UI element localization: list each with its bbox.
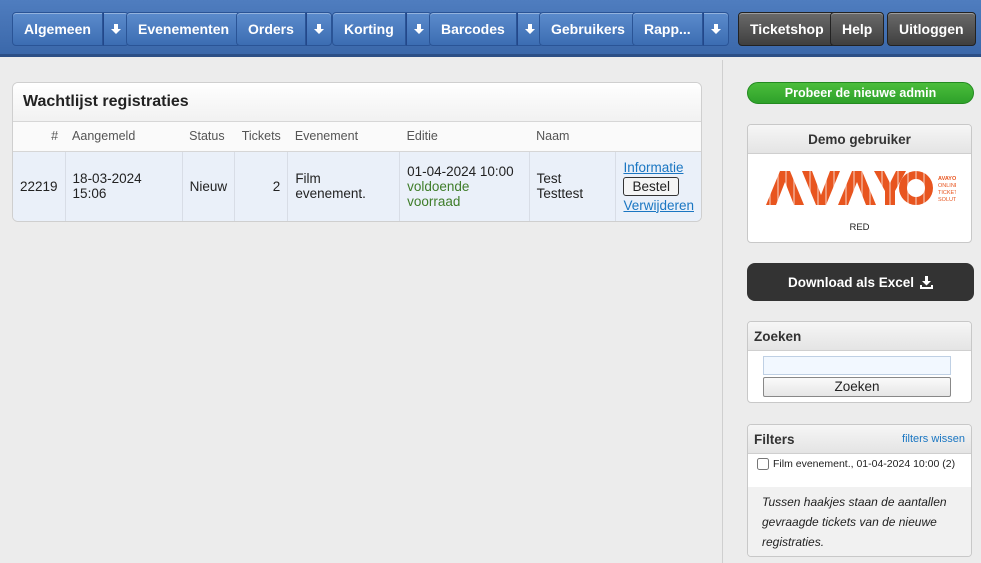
nav-korting-dropdown-button[interactable]	[405, 12, 432, 46]
column-header-id: #	[13, 122, 66, 152]
nav-group-algemeen: Algemeen	[12, 12, 129, 46]
filter-checkbox[interactable]	[757, 458, 769, 470]
nav-group-orders: Orders	[236, 12, 332, 46]
cell-status: Nieuw	[181, 151, 235, 221]
search-box: Zoeken Zoeken	[747, 321, 972, 403]
ticketshop-button[interactable]: Ticketshop	[738, 12, 836, 46]
avayo-logo: AVAYO ONLINE TICKET SOLUTIONS	[766, 171, 956, 205]
search-button[interactable]: Zoeken	[763, 377, 951, 397]
cell-actions: Informatie Bestel Verwijderen	[615, 151, 701, 221]
column-header-edition: Editie	[399, 122, 530, 152]
logout-button[interactable]: Uitloggen	[887, 12, 976, 46]
waitlist-panel: Wachtlijst registraties # Aangemeld Stat…	[12, 82, 702, 222]
nav-evenementen-button[interactable]: Evenementen	[126, 12, 242, 46]
nav-algemeen-button[interactable]: Algemeen	[12, 12, 103, 46]
demo-user-title: Demo gebruiker	[748, 125, 971, 154]
svg-text:ONLINE: ONLINE	[938, 183, 956, 189]
cell-tickets: 2	[234, 151, 288, 221]
nav-group-rapportages: Rapp...	[632, 12, 729, 46]
filters-header: Filters filters wissen	[748, 425, 971, 454]
filters-note: Tussen haakjes staan de aantallen gevraa…	[748, 487, 971, 556]
table-row: 22219 18-03-2024 15:06 Nieuw 2 Film even…	[13, 151, 701, 221]
nav-rapportages-button[interactable]: Rapp...	[632, 12, 703, 46]
nav-orders-dropdown-button[interactable]	[305, 12, 332, 46]
filter-option: Film evenement., 01-04-2024 10:00 (2)	[748, 454, 971, 487]
svg-text:SOLUTIONS: SOLUTIONS	[938, 197, 956, 203]
download-excel-button[interactable]: Download als Excel	[747, 263, 974, 301]
svg-text:AVAYO: AVAYO	[938, 176, 956, 182]
edition-stock-status: voldoende voorraad	[407, 178, 470, 209]
filters-box: Filters filters wissen Film evenement., …	[747, 424, 972, 557]
column-header-name: Naam	[529, 122, 616, 152]
order-button[interactable]: Bestel	[623, 176, 679, 196]
download-excel-label: Download als Excel	[787, 274, 915, 290]
nav-group-ticketshop: Ticketshop	[738, 12, 836, 46]
cell-event: Film evenement.	[287, 151, 400, 221]
column-header-tickets: Tickets	[234, 122, 288, 152]
nav-rapportages-dropdown-button[interactable]	[702, 12, 729, 46]
arrow-down-icon	[413, 24, 424, 34]
cell-id: 22219	[13, 151, 66, 221]
search-title: Zoeken	[748, 322, 971, 351]
nav-korting-button[interactable]: Korting	[332, 12, 406, 46]
nav-group-uitloggen: Uitloggen	[887, 12, 976, 46]
cell-registered: 18-03-2024 15:06	[64, 151, 183, 221]
arrow-down-icon	[524, 24, 535, 34]
info-link[interactable]: Informatie	[623, 160, 694, 175]
nav-group-help: Help	[830, 12, 885, 46]
search-input[interactable]	[763, 356, 951, 375]
column-header-registered: Aangemeld	[65, 122, 183, 152]
table-header-row: # Aangemeld Status Tickets Evenement Edi…	[13, 122, 701, 152]
demo-user-box: Demo gebruiker AVAYO ONLINE TICKET SOLUT…	[747, 124, 972, 243]
svg-text:TICKET: TICKET	[938, 190, 956, 196]
nav-group-gebruikers: Gebruikers	[539, 12, 637, 46]
cell-edition: 01-04-2024 10:00 voldoende voorraad	[399, 151, 530, 221]
nav-barcodes-button[interactable]: Barcodes	[429, 12, 517, 46]
filter-option-label: Film evenement., 01-04-2024 10:00 (2)	[773, 458, 956, 470]
arrow-down-icon	[313, 24, 324, 34]
clear-filters-link[interactable]: filters wissen	[902, 425, 965, 453]
column-header-event: Evenement	[287, 122, 400, 152]
column-header-actions	[615, 122, 701, 152]
nav-gebruikers-button[interactable]: Gebruikers	[539, 12, 637, 46]
demo-account-label: RED	[849, 222, 870, 233]
try-new-admin-button[interactable]: Probeer de nieuwe admin	[747, 82, 974, 104]
delete-link[interactable]: Verwijderen	[623, 198, 694, 213]
filters-title: Filters	[754, 432, 795, 447]
download-icon	[920, 275, 934, 289]
nav-group-barcodes: Barcodes	[429, 12, 543, 46]
nav-group-evenementen: Evenementen	[126, 12, 242, 46]
top-navigation: Algemeen Evenementen Orders Korting Barc…	[0, 0, 981, 57]
nav-group-korting: Korting	[332, 12, 432, 46]
help-button[interactable]: Help	[830, 12, 885, 46]
column-divider	[722, 60, 723, 563]
waitlist-table: # Aangemeld Status Tickets Evenement Edi…	[13, 122, 701, 221]
edition-date: 01-04-2024 10:00	[407, 163, 514, 179]
arrow-down-icon	[710, 24, 721, 34]
page-title: Wachtlijst registraties	[13, 83, 701, 122]
cell-name: Test Testtest	[528, 151, 616, 221]
arrow-down-icon	[110, 24, 121, 34]
column-header-status: Status	[182, 122, 235, 152]
nav-orders-button[interactable]: Orders	[236, 12, 306, 46]
